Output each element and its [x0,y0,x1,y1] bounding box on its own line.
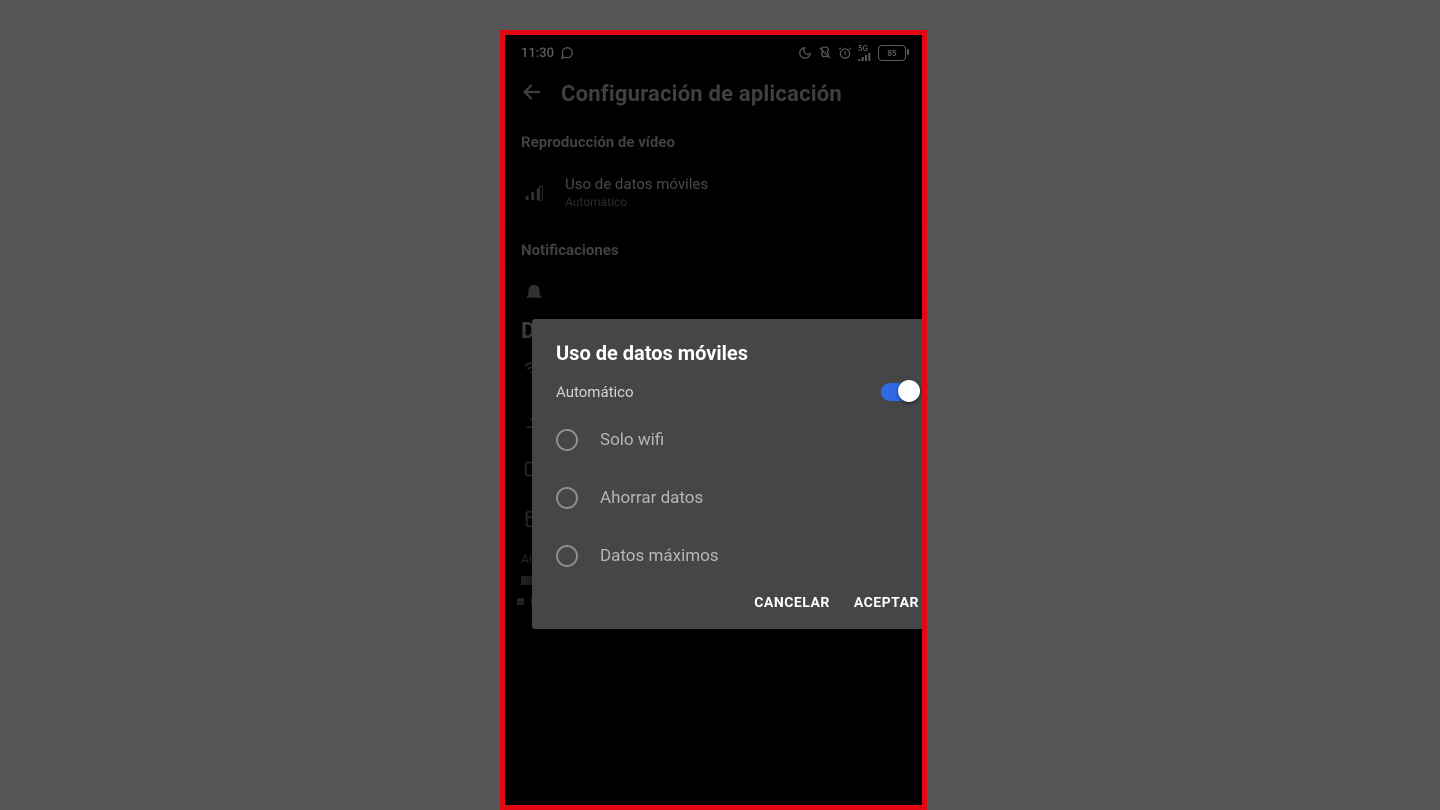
radio-option-wifi[interactable]: Solo wifi [556,411,919,469]
radio-option-max-data[interactable]: Datos máximos [556,527,919,585]
radio-circle-icon [556,545,578,567]
dialog-actions: CANCELAR ACEPTAR [556,585,919,617]
radio-label: Datos máximos [600,546,719,566]
phone-frame: 11:30 [500,30,927,810]
radio-label: Solo wifi [600,430,664,450]
toggle-switch[interactable] [881,383,919,401]
dialog-auto-label: Automático [556,383,634,401]
cancel-button[interactable]: CANCELAR [754,595,830,611]
radio-label: Ahorrar datos [600,488,703,508]
accept-button[interactable]: ACEPTAR [854,595,919,611]
dialog-title: Uso de datos móviles [556,341,919,365]
radio-circle-icon [556,487,578,509]
radio-option-save-data[interactable]: Ahorrar datos [556,469,919,527]
radio-circle-icon [556,429,578,451]
mobile-data-dialog: Uso de datos móviles Automático Solo wif… [532,319,927,629]
dialog-auto-toggle-row[interactable]: Automático [556,383,919,401]
